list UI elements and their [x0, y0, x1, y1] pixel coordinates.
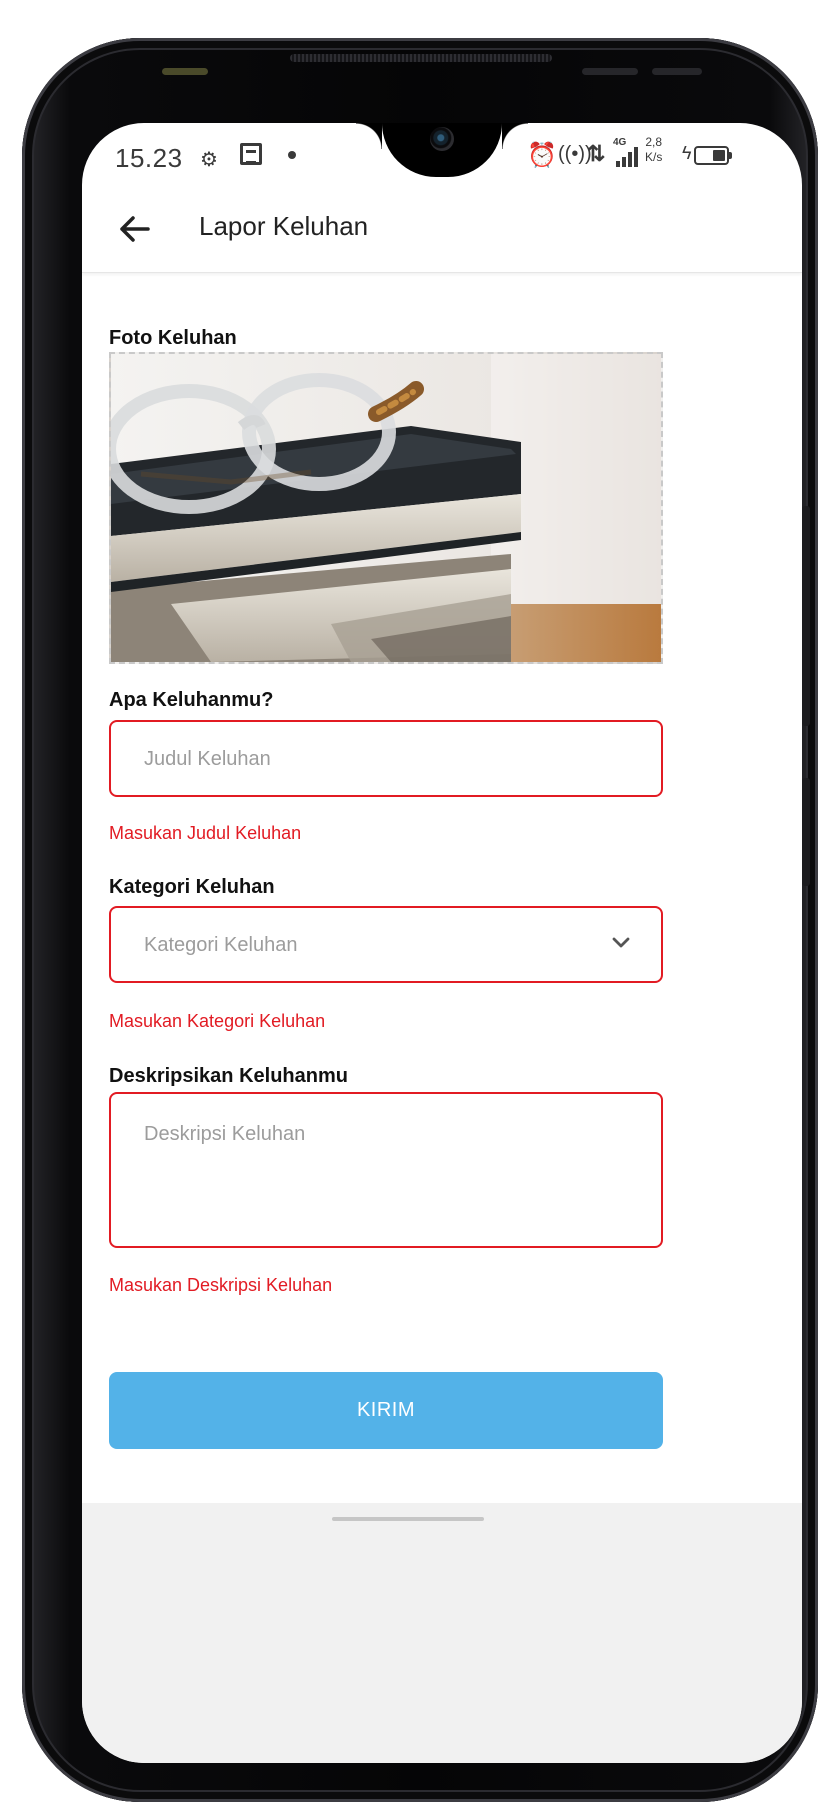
top-sensor [162, 68, 208, 75]
volume-button [802, 506, 810, 726]
signal-icon: 4G [612, 137, 642, 171]
network-speed-unit: K/s [645, 150, 663, 164]
chevron-down-icon [612, 937, 630, 948]
alarm-icon: ⏰ [527, 142, 557, 169]
news-icon [240, 143, 262, 165]
network-speed: 2,8 K/s [645, 135, 662, 165]
category-field-label: Kategori Keluhan [109, 876, 275, 898]
title-error-message: Masukan Judul Keluhan [109, 823, 302, 843]
app-bar: Lapor Keluhan [82, 191, 802, 273]
description-textarea[interactable]: Deskripsi Keluhan [109, 1092, 663, 1248]
top-sensor [652, 68, 702, 75]
photo-label: Foto Keluhan [109, 327, 237, 349]
category-select[interactable]: Kategori Keluhan [109, 906, 663, 983]
complaint-photo-image [111, 354, 661, 662]
title-input-placeholder: Judul Keluhan [144, 748, 271, 770]
arrow-left-icon [120, 216, 150, 242]
battery-icon [694, 146, 732, 165]
description-textarea-placeholder: Deskripsi Keluhan [144, 1123, 306, 1145]
settings-gear-icon: ⚙ [200, 149, 218, 171]
description-error-message: Masukan Deskripsi Keluhan [109, 1275, 333, 1295]
home-indicator[interactable] [332, 1517, 484, 1521]
title-input[interactable]: Judul Keluhan [109, 720, 663, 797]
power-button [802, 778, 810, 886]
charging-bolt-icon: ϟ [682, 143, 692, 163]
page-title: Lapor Keluhan [199, 211, 369, 241]
status-time: 15.23 [115, 143, 183, 173]
navigation-bar [82, 1503, 802, 1763]
phone-frame: 15.23 ⚙ ⏰ ((•)) ⇅ 4G 2,8 K/s ϟ Lapor Kel… [22, 38, 818, 1802]
network-type: 4G [613, 137, 627, 148]
phone-screen: 15.23 ⚙ ⏰ ((•)) ⇅ 4G 2,8 K/s ϟ Lapor Kel… [82, 123, 802, 1763]
photo-upload-area[interactable] [109, 352, 663, 664]
network-speed-value: 2,8 [645, 135, 663, 149]
notification-dot-icon [288, 151, 296, 159]
description-field-label: Deskripsikan Keluhanmu [109, 1065, 348, 1087]
back-button[interactable] [106, 201, 162, 257]
top-sensor [582, 68, 638, 75]
category-error-message: Masukan Kategori Keluhan [109, 1011, 326, 1031]
submit-button[interactable]: KIRIM [109, 1372, 663, 1449]
category-select-placeholder: Kategori Keluhan [144, 934, 298, 956]
front-camera [430, 127, 454, 151]
title-field-label: Apa Keluhanmu? [109, 689, 274, 711]
data-transfer-icon: ⇅ [587, 141, 606, 166]
earpiece-speaker [290, 54, 552, 62]
